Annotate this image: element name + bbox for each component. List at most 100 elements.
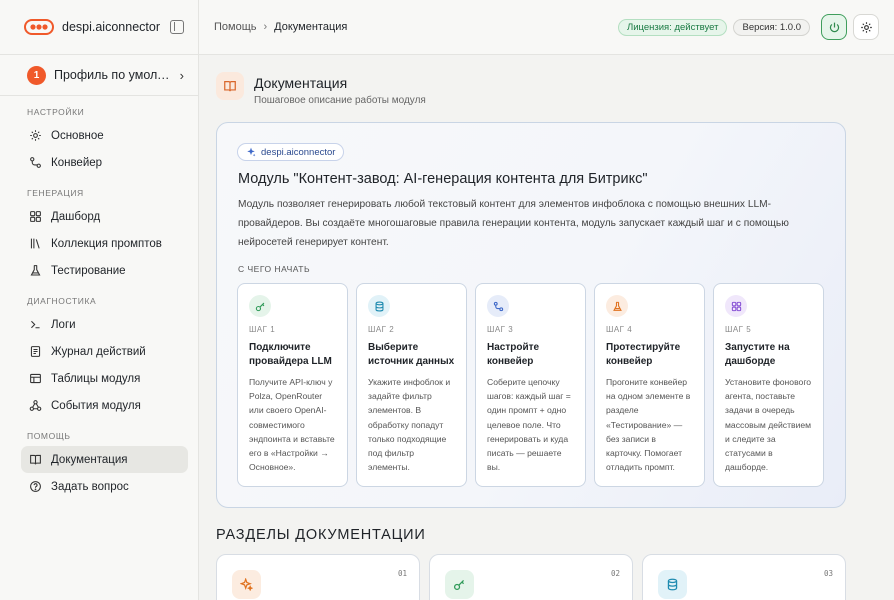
step-text: Укажите инфоблок и задайте фильтр элемен…	[368, 377, 451, 473]
license-badge: Лицензия: действует	[617, 18, 728, 36]
docs-sections-title: РАЗДЕЛЫ ДОКУМЕНТАЦИИ	[216, 527, 426, 543]
pipeline-icon	[487, 295, 509, 317]
topbar-actions: Лицензия: действует Версия: 1.0.0	[617, 14, 879, 40]
journal-icon	[29, 345, 42, 358]
step-number: ШАГ 4	[606, 325, 633, 334]
docs-section-card[interactable]: 02	[429, 554, 633, 600]
breadcrumb-current: Документация	[274, 21, 348, 33]
step-title: Подключите провайдера LLM	[249, 342, 332, 367]
table-icon	[29, 372, 42, 385]
profile-name: Профиль по умолчанию	[54, 68, 174, 82]
sidebar: despi.aiconnector 1 Профиль по умолчанию…	[0, 0, 199, 600]
getting-started-label: С ЧЕГО НАЧАТЬ	[238, 264, 311, 274]
page-header: Документация Пошаговое описание работы м…	[216, 72, 426, 106]
step-number: ШАГ 5	[725, 325, 752, 334]
sidebar-item-tables[interactable]: Таблицы модуля	[21, 365, 188, 392]
profile-selector[interactable]: 1 Профиль по умолчанию ›	[0, 55, 198, 96]
power-icon	[829, 22, 839, 32]
sidebar-item-dashboard[interactable]: Дашборд	[21, 203, 188, 230]
step-card[interactable]: ШАГ 3 Настройте конвейер Соберите цепочк…	[475, 283, 586, 487]
brand-name: despi.aiconnector	[62, 20, 160, 34]
step-text: Соберите цепочку шагов: каждый шаг = оди…	[487, 377, 571, 473]
help-icon	[29, 480, 42, 493]
step-card[interactable]: ШАГ 2 Выберите источник данных Укажите и…	[356, 283, 467, 487]
chevron-right-icon: ›	[179, 67, 184, 83]
flask-icon	[606, 295, 628, 317]
sparkle-icon	[232, 570, 261, 599]
step-title: Запустите на дашборде	[725, 342, 790, 367]
library-icon	[29, 237, 42, 250]
steps-list: ШАГ 1 Подключите провайдера LLM Получите…	[237, 283, 824, 487]
sidebar-item-label: Тестирование	[51, 264, 126, 277]
page-title: Документация	[254, 75, 348, 91]
sidebar-item-label: Коллекция промптов	[51, 237, 162, 250]
webhook-icon	[29, 399, 42, 412]
terminal-icon	[29, 318, 42, 331]
sparkle-icon	[247, 147, 256, 157]
docs-section-number: 03	[823, 569, 833, 578]
sidebar-item-pipeline[interactable]: Конвейер	[21, 149, 188, 176]
step-number: ШАГ 2	[368, 325, 395, 334]
brand-pill: despi.aiconnector	[237, 143, 345, 161]
book-icon	[216, 72, 244, 100]
main-content: Документация Пошаговое описание работы м…	[199, 56, 894, 600]
breadcrumb-link-help[interactable]: Помощь	[214, 21, 257, 33]
nav-group-title-help: ПОМОЩЬ	[27, 431, 71, 441]
step-text: Установите фонового агента, поставьте за…	[725, 377, 812, 473]
step-number: ШАГ 1	[249, 325, 276, 334]
step-title: Настройте конвейер	[487, 342, 540, 367]
chevron-right-icon: ›	[263, 21, 268, 33]
gear-icon	[29, 129, 42, 142]
nav-group-title-settings: НАСТРОЙКИ	[27, 107, 85, 117]
brand-header: despi.aiconnector	[0, 0, 198, 55]
nav-group-title-generation: ГЕНЕРАЦИЯ	[27, 188, 84, 198]
module-description: Модуль позволяет генерировать любой текс…	[238, 199, 789, 248]
sidebar-item-label: События модуля	[51, 399, 141, 412]
power-button[interactable]	[821, 14, 847, 40]
step-title: Выберите источник данных	[368, 342, 455, 367]
sidebar-item-prompts[interactable]: Коллекция промптов	[21, 230, 188, 257]
key-icon	[249, 295, 271, 317]
topbar: Помощь › Документация Лицензия: действуе…	[199, 0, 894, 55]
sidebar-item-logs[interactable]: Логи	[21, 311, 188, 338]
step-text: Прогоните конвейер на одном элементе в р…	[606, 377, 691, 473]
key-icon	[445, 570, 474, 599]
page-subtitle: Пошаговое описание работы модуля	[254, 95, 426, 106]
brand-logo	[24, 19, 54, 35]
gear-icon	[860, 21, 872, 33]
sidebar-item-label: Конвейер	[51, 156, 103, 169]
sidebar-item-label: Логи	[51, 318, 76, 331]
sidebar-item-journal[interactable]: Журнал действий	[21, 338, 188, 365]
sidebar-item-main[interactable]: Основное	[21, 122, 188, 149]
flask-icon	[29, 264, 42, 277]
step-title: Протестируйте конвейер	[606, 342, 681, 367]
database-icon	[368, 295, 390, 317]
step-number: ШАГ 3	[487, 325, 514, 334]
step-card[interactable]: ШАГ 4 Протестируйте конвейер Прогоните к…	[594, 283, 705, 487]
database-icon	[658, 570, 687, 599]
step-card[interactable]: ШАГ 5 Запустите на дашборде Установите ф…	[713, 283, 824, 487]
sidebar-item-documentation[interactable]: Документация	[21, 446, 188, 473]
settings-button[interactable]	[853, 14, 879, 40]
sidebar-item-ask-question[interactable]: Задать вопрос	[21, 473, 188, 500]
sidebar-item-label: Задать вопрос	[51, 480, 129, 493]
book-icon	[29, 453, 42, 466]
module-title: Модуль "Контент-завод: AI-генерация конт…	[238, 171, 648, 187]
docs-section-number: 01	[397, 569, 407, 578]
sidebar-item-label: Журнал действий	[51, 345, 146, 358]
sidebar-collapse-icon[interactable]	[170, 20, 184, 34]
sidebar-item-testing[interactable]: Тестирование	[21, 257, 188, 284]
dashboard-icon	[725, 295, 747, 317]
sidebar-item-label: Дашборд	[51, 210, 101, 223]
step-text: Получите API-ключ у Polza, OpenRouter ил…	[249, 377, 335, 473]
sidebar-item-events[interactable]: События модуля	[21, 392, 188, 419]
module-overview-card: despi.aiconnector Модуль "Контент-завод:…	[216, 122, 846, 508]
docs-section-card[interactable]: 03	[642, 554, 846, 600]
nav-group-title-diagnostics: ДИАГНОСТИКА	[27, 296, 97, 306]
docs-section-number: 02	[610, 569, 620, 578]
docs-section-card[interactable]: 01	[216, 554, 420, 600]
version-badge: Версия: 1.0.0	[733, 18, 810, 36]
step-card[interactable]: ШАГ 1 Подключите провайдера LLM Получите…	[237, 283, 348, 487]
brand-pill-label: despi.aiconnector	[261, 146, 336, 158]
sidebar-item-label: Документация	[51, 453, 128, 466]
